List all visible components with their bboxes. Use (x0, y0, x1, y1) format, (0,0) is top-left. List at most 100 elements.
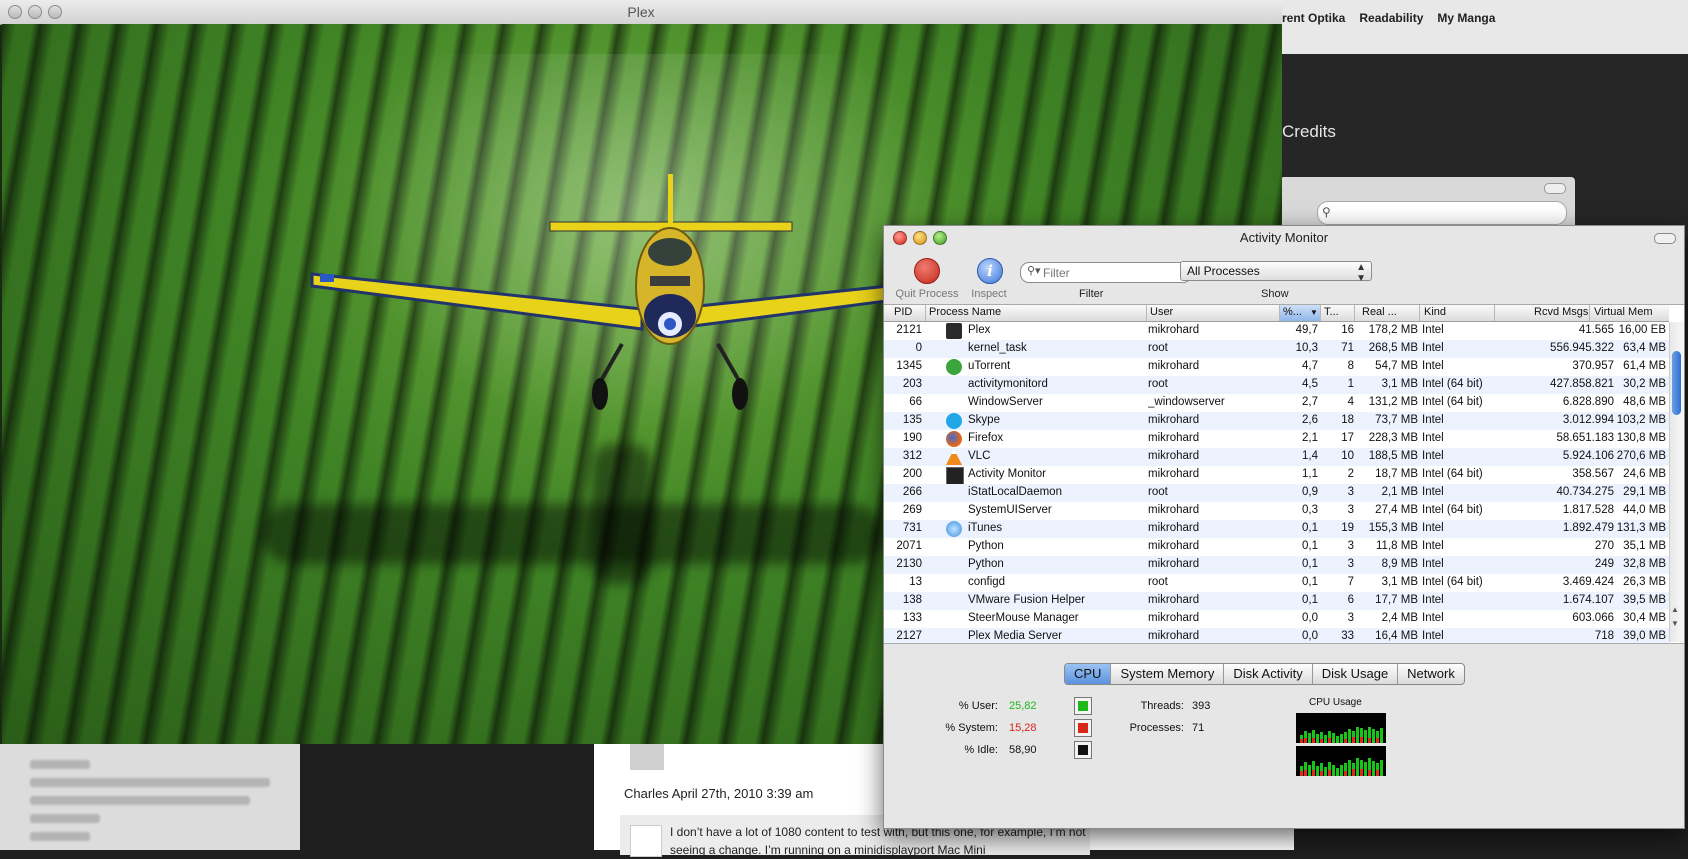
process-virtual-mem: 26,3 MB (1623, 576, 1666, 588)
process-user: mikrohard (1148, 522, 1200, 534)
toolbar-toggle-pill[interactable] (1654, 233, 1676, 244)
scroll-down-arrow-icon[interactable]: ▼ (1671, 619, 1679, 628)
column-threads[interactable]: T... (1324, 306, 1339, 318)
process-threads: 17 (1341, 432, 1354, 444)
table-row[interactable]: 2130 Python mikrohard 0,1 3 8,9 MB Intel 249 32,… (884, 556, 1669, 574)
process-rcvd-msgs: 3.012.994 (1562, 414, 1614, 426)
table-row[interactable]: 731 iTunes mikrohard 0,1 19 155,3 MB Intel 1.89… (884, 520, 1669, 538)
tab-disk-activity[interactable]: Disk Activity (1224, 664, 1313, 684)
process-pid: 2130 (896, 558, 922, 570)
process-rcvd-msgs: 1.892.479 (1562, 522, 1614, 534)
process-real-mem: 228,3 MB (1368, 432, 1418, 444)
table-row[interactable]: 266 iStatLocalDaemon root 0,9 3 2,1 MB Intel 40… (884, 484, 1669, 502)
bookmark-readability[interactable]: Readability (1359, 11, 1423, 25)
table-row[interactable]: 312 VLC mikrohard 1,4 10 188,5 MB Intel 5.924.1… (884, 448, 1669, 466)
processes-value: 71 (1192, 722, 1205, 734)
table-row[interactable]: 2127 Plex Media Server mikrohard 0,0 33 16,4 … (884, 628, 1669, 643)
process-pid: 312 (902, 450, 922, 462)
user-value: 25,82 (1009, 700, 1037, 712)
show-label: Show (1261, 288, 1289, 300)
tab-cpu[interactable]: CPU (1065, 664, 1112, 684)
tab-disk-usage[interactable]: Disk Usage (1313, 664, 1399, 684)
process-rcvd-msgs: 556.945.322 (1550, 342, 1614, 354)
inspect-icon[interactable]: i (977, 258, 1003, 284)
process-virtual-mem: 270,6 MB (1616, 450, 1666, 462)
process-rcvd-msgs: 41.565 (1578, 324, 1614, 336)
process-rcvd-msgs: 5.924.106 (1562, 450, 1614, 462)
plex-titlebar[interactable]: Plex (0, 0, 1282, 25)
user-color-swatch[interactable] (1074, 697, 1092, 715)
threads-label: Threads: (1140, 700, 1184, 712)
show-select-value: All Processes (1187, 264, 1260, 278)
process-pid: 2127 (896, 630, 922, 642)
cpu-usage-graph-core-2 (1296, 746, 1386, 776)
table-row[interactable]: 190 Firefox mikrohard 2,1 17 228,3 MB Intel 58.… (884, 430, 1669, 448)
filter-input[interactable] (1020, 262, 1192, 283)
quit-process-label: Quit Process (895, 288, 959, 300)
process-kind: Intel (1422, 522, 1444, 534)
table-row[interactable]: 13 configd root 0,1 7 3,1 MB Intel (64 bit) 3.4… (884, 574, 1669, 592)
column-process-name[interactable]: Process Name (929, 306, 1001, 318)
sort-descending-icon: ▼ (1310, 308, 1318, 317)
table-row[interactable]: 2121 Plex mikrohard 49,7 16 178,2 MB Intel 41.5… (884, 322, 1669, 340)
process-rcvd-msgs: 427.858.821 (1550, 378, 1614, 390)
process-user: mikrohard (1148, 360, 1200, 372)
column-real-mem[interactable]: Real ... (1362, 306, 1397, 318)
tab-network[interactable]: Network (1398, 664, 1464, 684)
table-row[interactable]: 269 SystemUIServer mikrohard 0,3 3 27,4 MB Int… (884, 502, 1669, 520)
toolbar-toggle-pill[interactable] (1544, 183, 1566, 194)
column-user[interactable]: User (1150, 306, 1173, 318)
nav-credits-link[interactable]: Credits (1282, 122, 1336, 142)
column-virtual-mem[interactable]: Virtual Mem (1594, 306, 1652, 318)
column-kind[interactable]: Kind (1424, 306, 1446, 318)
idle-color-swatch[interactable] (1074, 741, 1092, 759)
process-threads: 2 (1347, 468, 1354, 480)
table-row[interactable]: 135 Skype mikrohard 2,6 18 73,7 MB Intel 3.012.… (884, 412, 1669, 430)
process-pid: 266 (902, 486, 922, 498)
process-threads: 3 (1347, 558, 1354, 570)
filter-label: Filter (1079, 288, 1104, 300)
show-processes-select[interactable]: All Processes ▲ ▼ (1180, 261, 1372, 284)
process-virtual-mem: 16,00 EB (1618, 324, 1666, 336)
cpu-usage-title: CPU Usage (1309, 697, 1362, 708)
table-row[interactable]: 203 activitymonitord root 4,5 1 3,1 MB Intel (… (884, 376, 1669, 394)
column-rcvd-msgs[interactable]: Rcvd Msgs (1534, 306, 1588, 318)
process-real-mem: 178,2 MB (1368, 324, 1418, 336)
table-row[interactable]: 66 WindowServer _windowserver 2,7 4 131,2 MB I… (884, 394, 1669, 412)
activity-monitor-titlebar[interactable]: Activity Monitor (884, 226, 1684, 248)
process-kind: Intel (1422, 594, 1444, 606)
process-name: Python (968, 540, 1004, 552)
process-virtual-mem: 44,0 MB (1623, 504, 1666, 516)
tab-system-memory[interactable]: System Memory (1111, 664, 1225, 684)
table-row[interactable]: 200 Activity Monitor mikrohard 1,1 2 18,7 MB I… (884, 466, 1669, 485)
process-pid: 731 (902, 522, 922, 534)
process-virtual-mem: 103,2 MB (1616, 414, 1666, 426)
process-name: SystemUIServer (968, 504, 1052, 516)
process-name: SteerMouse Manager (968, 612, 1079, 624)
process-rcvd-msgs: 370.957 (1572, 360, 1614, 372)
table-row[interactable]: 2071 Python mikrohard 0,1 3 11,8 MB Intel 270 35… (884, 538, 1669, 556)
table-row[interactable]: 133 SteerMouse Manager mikrohard 0,0 3 2,4 MB… (884, 610, 1669, 628)
table-row[interactable]: 138 VMware Fusion Helper mikrohard 0,1 6 17,7… (884, 592, 1669, 610)
process-name: kernel_task (968, 342, 1027, 354)
process-user: mikrohard (1148, 324, 1200, 336)
scrollbar-thumb[interactable] (1672, 351, 1681, 415)
search-icon: ⚲▾ (1027, 265, 1041, 277)
process-real-mem: 188,5 MB (1368, 450, 1418, 462)
process-kind: Intel (1422, 450, 1444, 462)
table-row[interactable]: 0 kernel_task root 10,3 71 268,5 MB Intel 556.9… (884, 340, 1669, 358)
table-row[interactable]: 1345 uTorrent mikrohard 4,7 8 54,7 MB Intel 370… (884, 358, 1669, 376)
column-cpu[interactable]: %... (1283, 306, 1302, 318)
quit-process-icon[interactable] (914, 258, 940, 284)
site-search-input[interactable] (1317, 201, 1567, 225)
system-color-swatch[interactable] (1074, 719, 1092, 737)
process-real-mem: 17,7 MB (1375, 594, 1418, 606)
process-cpu: 49,7 (1295, 324, 1318, 336)
process-table: PID Process Name User %... ▼ T... Real .… (884, 304, 1684, 644)
scroll-up-arrow-icon[interactable]: ▲ (1671, 605, 1679, 614)
process-cpu: 0,1 (1302, 522, 1318, 534)
bookmark-my-manga[interactable]: My Manga (1437, 11, 1495, 25)
process-pid: 13 (909, 576, 922, 588)
process-cpu: 4,7 (1302, 360, 1318, 372)
column-pid[interactable]: PID (894, 306, 912, 318)
